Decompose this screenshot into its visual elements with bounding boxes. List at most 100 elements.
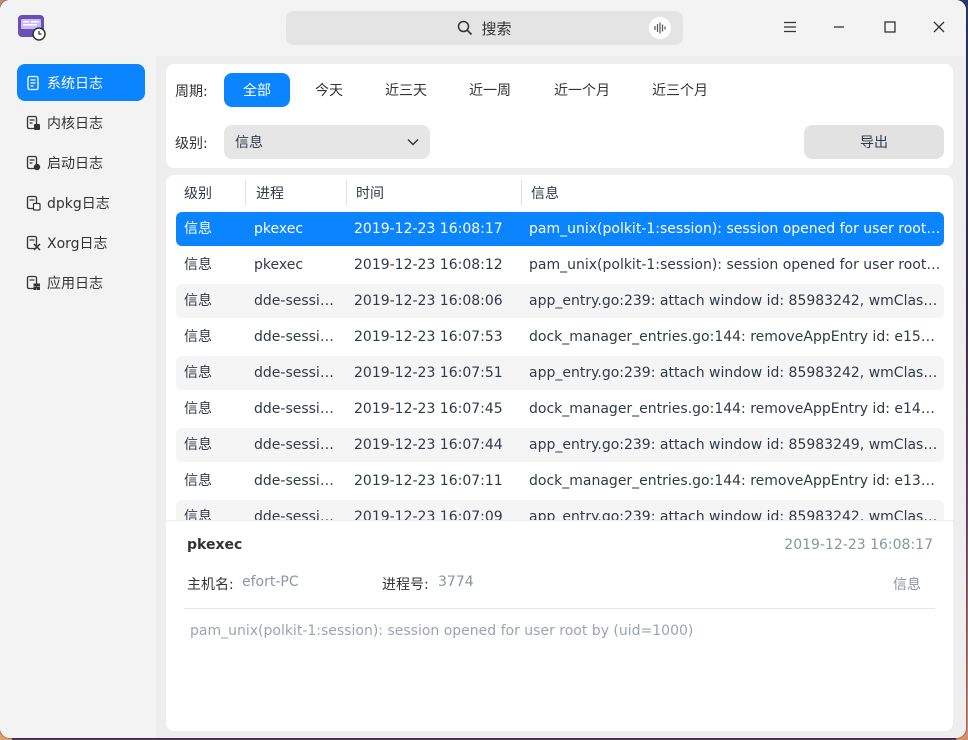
period-label: 周期: xyxy=(175,84,208,100)
menu-button[interactable] xyxy=(777,14,803,40)
period-all-button[interactable]: 全部 xyxy=(224,73,290,107)
cell-info: app_entry.go:239: attach window id: 8598… xyxy=(529,509,941,520)
table-row[interactable]: 信息 dde-session-daemon 2019-12-23 16:07:4… xyxy=(176,428,944,462)
kernel-log-icon xyxy=(26,115,40,130)
cell-info: pam_unix(polkit-1:session): session open… xyxy=(529,221,941,237)
detail-message: pam_unix(polkit-1:session): session open… xyxy=(190,623,694,639)
column-header-process[interactable]: 进程 xyxy=(256,175,284,211)
sidebar-item-xorg-log[interactable]: Xorg日志 xyxy=(17,224,145,261)
period-today-button[interactable]: 今天 xyxy=(299,73,359,107)
detail-hostname-label: 主机名: xyxy=(187,577,234,593)
cell-process: dde-session-daemon xyxy=(254,365,342,381)
cell-time: 2019-12-23 16:07:11 xyxy=(354,473,503,489)
detail-pid-label: 进程号: xyxy=(382,577,429,593)
column-header-info[interactable]: 信息 xyxy=(531,175,559,211)
minimize-button[interactable] xyxy=(826,14,852,40)
cell-level: 信息 xyxy=(184,329,212,345)
log-viewer-window: 搜索 系统日志 内核日志 启动日志 dpkg日志 Xorg日志 应用日志 周期:… xyxy=(0,0,966,738)
sidebar-item-label: 应用日志 xyxy=(47,275,103,292)
cell-process: pkexec xyxy=(254,221,304,237)
table-row[interactable]: 信息 dde-session-daemon 2019-12-23 16:07:1… xyxy=(176,464,944,498)
table-row[interactable]: 信息 pkexec 2019-12-23 16:08:17 pam_unix(p… xyxy=(176,212,944,246)
log-table: 级别 进程 时间 信息 信息 pkexec 2019-12-23 16:08:1… xyxy=(166,175,953,520)
detail-hostname-value: efort-PC xyxy=(242,574,299,590)
menu-icon xyxy=(784,21,796,33)
cell-level: 信息 xyxy=(184,473,212,489)
cell-level: 信息 xyxy=(184,401,212,417)
period-month-button[interactable]: 近一个月 xyxy=(542,73,622,107)
search-icon xyxy=(458,20,473,36)
titlebar: 搜索 xyxy=(0,0,966,56)
sidebar-item-label: dpkg日志 xyxy=(47,195,110,212)
table-header: 级别 进程 时间 信息 xyxy=(166,175,953,211)
table-row[interactable]: 信息 pkexec 2019-12-23 16:08:12 pam_unix(p… xyxy=(176,248,944,282)
cell-process: dde-session-daemon xyxy=(254,401,342,417)
period-3days-button[interactable]: 近三天 xyxy=(373,73,439,107)
sidebar-item-kernel-log[interactable]: 内核日志 xyxy=(17,104,145,141)
sidebar-item-app-log[interactable]: 应用日志 xyxy=(17,264,145,301)
cell-level: 信息 xyxy=(184,257,212,273)
main-content: 周期: 全部 今天 近三天 近一周 近一个月 近三个月 级别: 信息 导出 级别… xyxy=(156,56,966,738)
dpkg-log-icon xyxy=(26,195,41,211)
sidebar-item-boot-log[interactable]: 启动日志 xyxy=(17,144,145,181)
table-row[interactable]: 信息 dde-session-daemon 2019-12-23 16:07:5… xyxy=(176,356,944,390)
cell-info: pam_unix(polkit-1:session): session open… xyxy=(529,257,941,273)
cell-info: app_entry.go:239: attach window id: 8598… xyxy=(529,293,941,309)
app-icon xyxy=(18,15,46,41)
cell-time: 2019-12-23 16:07:45 xyxy=(354,401,503,417)
period-3months-button[interactable]: 近三个月 xyxy=(640,73,720,107)
detail-time: 2019-12-23 16:08:17 xyxy=(784,537,933,553)
system-log-icon xyxy=(27,75,39,90)
level-select-value: 信息 xyxy=(235,135,263,151)
table-row[interactable]: 信息 dde-session-daemon 2019-12-23 16:07:0… xyxy=(176,500,944,520)
cell-process: pkexec xyxy=(254,257,304,273)
table-row[interactable]: 信息 dde-session-daemon 2019-12-23 16:08:0… xyxy=(176,284,944,318)
cell-time: 2019-12-23 16:07:09 xyxy=(354,509,503,520)
detail-divider xyxy=(184,608,935,609)
table-row[interactable]: 信息 dde-session-daemon 2019-12-23 16:07:5… xyxy=(176,320,944,354)
boot-log-icon xyxy=(26,155,41,170)
sidebar-item-label: 内核日志 xyxy=(47,115,103,132)
cell-level: 信息 xyxy=(184,221,212,237)
detail-level: 信息 xyxy=(893,577,921,593)
sidebar-item-dpkg-log[interactable]: dpkg日志 xyxy=(17,184,145,221)
cell-time: 2019-12-23 16:08:17 xyxy=(354,221,503,237)
detail-process: pkexec xyxy=(187,537,243,553)
column-header-time[interactable]: 时间 xyxy=(356,175,384,211)
xorg-log-icon xyxy=(26,235,41,251)
cell-time: 2019-12-23 16:08:06 xyxy=(354,293,503,309)
period-week-button[interactable]: 近一周 xyxy=(457,73,523,107)
sidebar-item-label: 系统日志 xyxy=(47,75,103,92)
cell-info: app_entry.go:239: attach window id: 8598… xyxy=(529,437,941,453)
maximize-icon xyxy=(884,21,896,33)
cell-process: dde-session-daemon xyxy=(254,437,342,453)
cell-info: app_entry.go:239: attach window id: 8598… xyxy=(529,365,941,381)
cell-time: 2019-12-23 16:07:53 xyxy=(354,329,503,345)
cell-level: 信息 xyxy=(184,437,212,453)
cell-info: dock_manager_entries.go:144: removeAppEn… xyxy=(529,329,941,345)
cell-time: 2019-12-23 16:08:12 xyxy=(354,257,503,273)
app-log-icon xyxy=(26,275,40,290)
cell-process: dde-session-daemon xyxy=(254,509,342,520)
table-row[interactable]: 信息 dde-session-daemon 2019-12-23 16:07:4… xyxy=(176,392,944,426)
sidebar-item-label: Xorg日志 xyxy=(47,235,108,252)
voice-input-button[interactable] xyxy=(649,17,671,39)
cell-process: dde-session-daemon xyxy=(254,329,342,345)
sidebar-item-system-log[interactable]: 系统日志 xyxy=(17,64,145,101)
chevron-down-icon xyxy=(407,139,419,146)
cell-level: 信息 xyxy=(184,509,212,520)
cell-time: 2019-12-23 16:07:44 xyxy=(354,437,503,453)
cell-level: 信息 xyxy=(184,365,212,381)
detail-pid-value: 3774 xyxy=(438,574,474,590)
level-select[interactable]: 信息 xyxy=(224,125,430,159)
filter-panel: 周期: 全部 今天 近三天 近一周 近一个月 近三个月 级别: 信息 导出 xyxy=(166,64,953,168)
maximize-button[interactable] xyxy=(877,14,903,40)
cell-process: dde-session-daemon xyxy=(254,293,342,309)
export-button[interactable]: 导出 xyxy=(804,125,944,159)
level-label: 级别: xyxy=(175,136,208,152)
search-box[interactable]: 搜索 xyxy=(286,11,683,45)
column-header-level[interactable]: 级别 xyxy=(184,175,212,211)
sidebar: 系统日志 内核日志 启动日志 dpkg日志 Xorg日志 应用日志 xyxy=(0,56,156,738)
close-button[interactable] xyxy=(926,14,952,40)
minimize-icon xyxy=(834,26,844,28)
